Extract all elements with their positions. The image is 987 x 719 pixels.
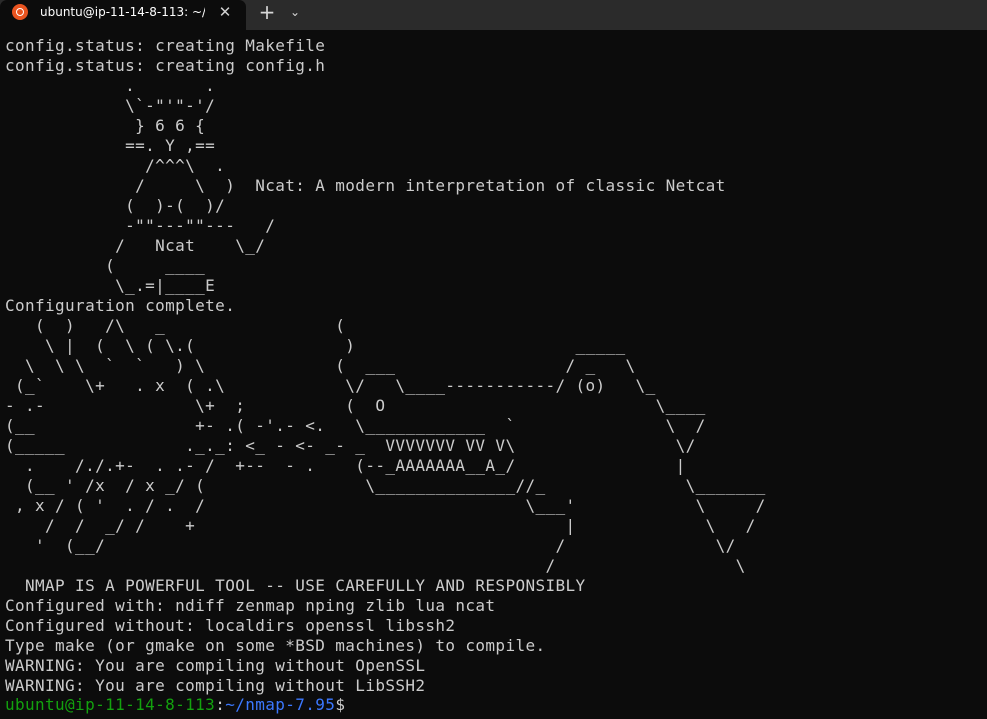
chevron-down-icon[interactable]: ⌄ [284, 0, 306, 24]
tab-title: ubuntu@ip-11-14-8-113: ~/nmap [40, 5, 205, 19]
close-icon[interactable]: ✕ [214, 0, 236, 24]
prompt-separator: : [215, 695, 226, 714]
ubuntu-logo-icon [12, 4, 28, 20]
prompt-path: ~/nmap-7.95 [225, 695, 336, 714]
terminal-output: config.status: creating Makefile config.… [5, 36, 766, 695]
terminal-window[interactable]: config.status: creating Makefile config.… [0, 30, 987, 719]
shell-prompt[interactable]: ubuntu@ip-11-14-8-113:~/nmap-7.95$ [5, 695, 345, 715]
title-bar: ubuntu@ip-11-14-8-113: ~/nmap ✕ + ⌄ [0, 0, 987, 30]
new-tab-button[interactable]: + [254, 0, 280, 24]
prompt-symbol: $ [335, 695, 346, 714]
prompt-user-host: ubuntu@ip-11-14-8-113 [5, 695, 216, 714]
terminal-tab[interactable]: ubuntu@ip-11-14-8-113: ~/nmap ✕ [0, 0, 246, 30]
